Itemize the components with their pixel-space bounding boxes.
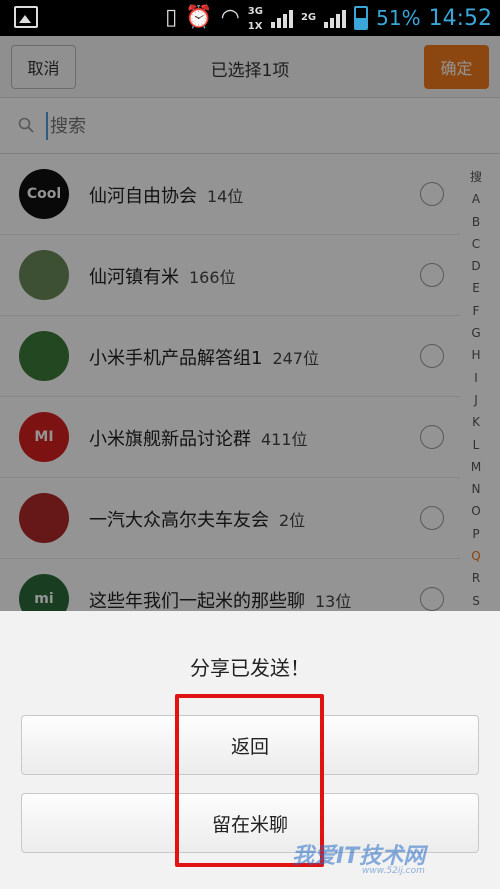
network-type-2g: 2G [300, 12, 317, 23]
watermark: 我爱IT技术网 www.52ij.com [292, 838, 425, 876]
network-3g-1x: 3G 1X [248, 3, 263, 33]
alarm-icon: ⏰ [185, 5, 213, 30]
signal-bars-2-icon [324, 8, 347, 28]
battery-icon [354, 6, 369, 30]
signal-bars-icon [270, 8, 293, 28]
dialog-title: 分享已发送！ [190, 656, 310, 680]
status-bar: ▯ ⏰ ◠ 3G 1X 2G 51% 14:52 [0, 0, 500, 36]
image-notification-icon [14, 6, 38, 28]
wifi-icon: ◠ [220, 5, 240, 30]
watermark-sub: www.52ij.com [362, 866, 425, 876]
clock: 14:52 [428, 5, 492, 31]
network-type-3g: 3G [247, 6, 263, 17]
status-icons: ▯ ⏰ ◠ 3G 1X 2G 51% 14:52 [165, 2, 492, 34]
battery-percent: 51% [376, 6, 421, 30]
network-type-1x: 1X [247, 21, 263, 32]
vibrate-icon: ▯ [165, 5, 178, 30]
